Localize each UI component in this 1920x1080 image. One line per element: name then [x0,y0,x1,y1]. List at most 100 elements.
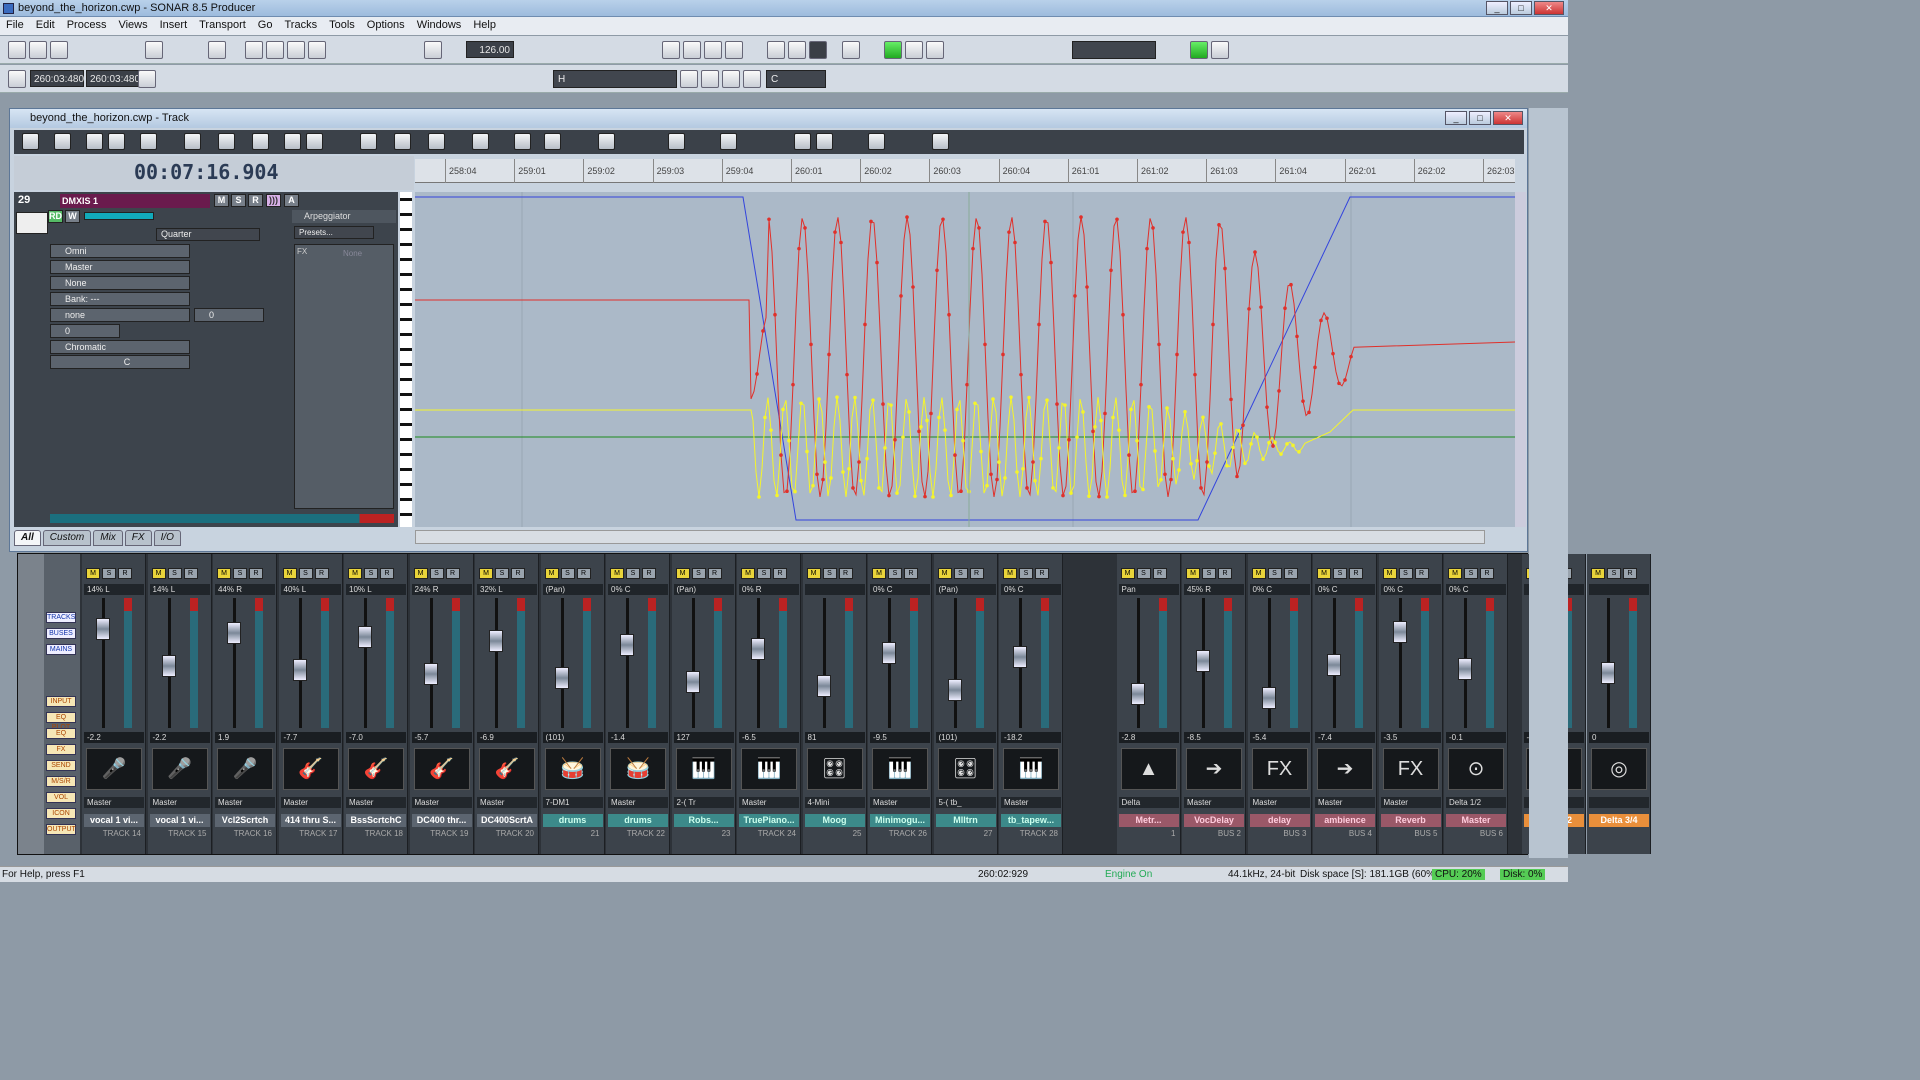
volume-db[interactable]: -2.2 [84,732,144,743]
rec-toggle[interactable]: R [445,568,460,579]
pan-knob[interactable]: Pan [1118,584,1179,595]
strip-name[interactable]: Master [1446,814,1506,827]
red-node[interactable] [761,329,765,333]
strip-name[interactable]: vocal 1 vi... [149,814,210,827]
console-nav-output[interactable]: OUTPUT [46,824,76,835]
input-combo[interactable]: Omni [50,244,190,258]
volume-fader[interactable] [1256,598,1292,738]
volume-fader[interactable] [1321,598,1357,738]
fader-knob[interactable] [1261,687,1276,709]
w-button[interactable]: W [65,210,80,223]
track-maximize-button[interactable]: □ [1469,111,1491,125]
strip-name[interactable]: DC400ScrtA [477,814,537,827]
key-combo[interactable]: H [553,70,677,88]
output-combo[interactable]: Master [739,797,799,808]
red-node[interactable] [893,437,897,442]
volume-db[interactable]: -7.7 [280,732,341,743]
volume-db[interactable]: -2.8 [1118,732,1179,743]
red-node[interactable] [785,489,789,493]
output-combo[interactable]: Master [1315,797,1375,808]
red-node[interactable] [953,453,957,457]
strip-name[interactable]: Delta 3/4 [1589,814,1649,827]
red-node[interactable] [1319,318,1323,323]
yellow-node[interactable] [973,401,977,406]
red-node[interactable] [851,486,855,490]
track-icon[interactable]: 🎸 [413,748,470,790]
key-offset-field[interactable]: 0 [194,308,264,322]
record-arm-button[interactable]: R [248,194,263,207]
fader-knob[interactable] [423,663,438,685]
menu-options[interactable]: Options [361,17,411,35]
rec-toggle[interactable]: R [1152,568,1167,579]
yellow-node[interactable] [1285,442,1289,446]
output-combo[interactable]: Master [346,797,406,808]
output-combo[interactable]: 5-( tb_ [935,797,996,808]
console-nav-tracks[interactable]: TRACKS [46,612,76,623]
sequence-icon[interactable] [428,133,445,150]
red-node[interactable] [1109,268,1113,273]
scale-root-combo[interactable]: C [766,70,826,88]
strip-name[interactable]: VocDelay [1184,814,1244,827]
output-combo[interactable]: 2-( Tr [673,797,734,808]
track-icon[interactable]: 🎹 [741,748,797,790]
yellow-node[interactable] [1063,403,1067,407]
presets-combo[interactable]: Presets... [294,226,374,239]
mute-toggle[interactable]: M [1120,568,1135,579]
automation-button[interactable]: A [284,194,299,207]
console-nav-eqplot[interactable]: EQ PLOT [46,712,76,731]
volume-fader[interactable] [811,598,847,738]
yellow-node[interactable] [859,478,863,483]
now-time-icon[interactable] [8,70,26,88]
yellow-node[interactable] [811,483,815,488]
yellow-node[interactable] [871,398,875,403]
fader-knob[interactable] [882,642,896,664]
fader-knob[interactable] [292,659,307,681]
yellow-node[interactable] [913,494,917,498]
track-icon[interactable]: ◎ [1591,748,1647,790]
red-node[interactable] [839,240,843,245]
volume-fader[interactable] [1125,598,1161,738]
record-arm-icon[interactable] [842,41,860,59]
red-node[interactable] [1205,460,1209,464]
solo-toggle[interactable]: S [1333,568,1347,579]
pitch-tool-1-icon[interactable] [680,70,698,88]
fader-knob[interactable] [620,634,634,656]
tempo-field[interactable]: 126.00 [466,41,514,58]
red-node[interactable] [1247,307,1251,311]
yellow-node[interactable] [1267,440,1271,445]
volume-db[interactable]: (101) [935,732,996,743]
console-nav-fx[interactable]: FX [46,744,76,755]
red-node[interactable] [1103,411,1107,416]
red-node[interactable] [845,372,849,377]
pitch-tool-4-icon[interactable] [743,70,761,88]
red-node[interactable] [779,453,783,457]
volume-fader[interactable] [418,598,454,738]
fader-knob[interactable] [554,667,569,689]
rec-toggle[interactable]: R [773,568,787,579]
yellow-node[interactable] [1189,461,1193,466]
red-node[interactable] [965,382,969,387]
select-tool-icon[interactable] [86,133,103,150]
yellow-node[interactable] [895,491,899,495]
red-node[interactable] [1253,250,1257,254]
rec-toggle[interactable]: R [904,568,918,579]
piano-keyboard[interactable] [400,192,412,527]
solo-toggle[interactable]: S [626,568,640,579]
yellow-node[interactable] [1009,395,1013,399]
track-icon[interactable]: 🥁 [544,748,601,790]
yellow-node[interactable] [925,418,929,423]
yellow-node[interactable] [1003,476,1007,480]
volume-db[interactable]: -0.1 [1446,732,1506,743]
solo-toggle[interactable]: S [691,568,706,579]
yellow-node[interactable] [949,493,953,498]
menu-tracks[interactable]: Tracks [278,17,323,35]
yellow-node[interactable] [1015,470,1019,474]
red-node[interactable] [923,494,927,499]
solo-toggle[interactable]: S [1019,568,1033,579]
yellow-node[interactable] [787,438,791,443]
pan-knob[interactable]: 0% R [739,584,799,595]
yellow-node[interactable] [1153,449,1157,453]
red-node[interactable] [1037,322,1041,327]
rec-toggle[interactable]: R [642,568,656,579]
red-node[interactable] [1139,382,1143,387]
